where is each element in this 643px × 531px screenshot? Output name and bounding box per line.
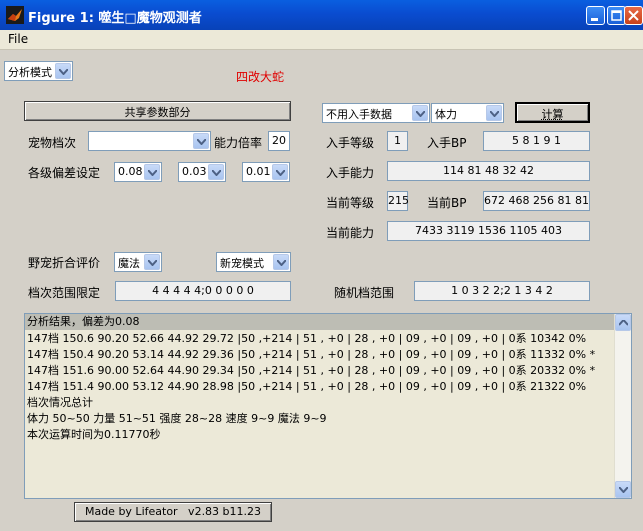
deviation-select-2[interactable]: 0.03	[178, 162, 226, 182]
main-panel: 分析模式 四改大蛇 共享参数部分 宠物档次 能力倍率 20 各级偏差设定 0.0…	[0, 51, 643, 531]
current-bp-input[interactable]: 672 468 256 81 81	[483, 191, 590, 211]
chevron-down-icon	[272, 164, 288, 180]
wild-eval-label: 野宠折合评价	[28, 256, 101, 270]
output-line[interactable]: 147档 151.4 90.00 53.12 44.90 28.98 |50 ,…	[27, 379, 617, 395]
tier-range-label: 档次范围限定	[28, 286, 101, 300]
data-source-select[interactable]: 不用入手数据	[322, 103, 430, 123]
stat-select[interactable]: 体力	[431, 103, 504, 123]
current-level-label: 当前等级	[326, 196, 375, 210]
ability-rate-label: 能力倍率	[214, 136, 263, 150]
output-listbox[interactable]: 分析结果，偏差为0.08 147档 150.6 90.20 52.66 44.9…	[24, 313, 632, 499]
obtain-ability-input[interactable]: 114 81 48 32 42	[387, 161, 590, 181]
window-title: Figure 1: 噬生□魔物观测者	[28, 11, 202, 26]
scroll-up-button[interactable]	[615, 314, 631, 331]
pet-name: 四改大蛇	[236, 70, 285, 84]
new-pet-mode-select[interactable]: 新宠模式	[216, 252, 291, 272]
chevron-down-icon	[193, 133, 209, 149]
output-line[interactable]: 档次情况总计	[27, 395, 617, 411]
chevron-down-icon	[208, 164, 224, 180]
current-ability-input[interactable]: 7433 3119 1536 1105 403	[387, 221, 590, 241]
credit-button[interactable]: Made by Lifeator v2.83 b11.23	[74, 502, 272, 522]
minimize-button[interactable]	[586, 6, 605, 25]
chevron-down-icon	[486, 105, 502, 121]
output-line[interactable]: 147档 151.6 90.00 52.64 44.90 29.34 |50 ,…	[27, 363, 617, 379]
scroll-down-button[interactable]	[615, 481, 631, 498]
mode-select[interactable]: 分析模式	[4, 61, 73, 81]
current-ability-label: 当前能力	[326, 226, 375, 240]
obtain-bp-input[interactable]: 5 8 1 9 1	[483, 131, 590, 151]
chevron-down-icon	[55, 63, 71, 79]
obtain-level-label: 入手等级	[326, 136, 375, 150]
current-bp-label: 当前BP	[427, 196, 467, 210]
shared-params-button[interactable]: 共享参数部分	[24, 101, 291, 121]
chevron-down-icon	[412, 105, 428, 121]
random-range-label: 随机档范围	[334, 286, 395, 300]
tier-range-input[interactable]: 4 4 4 4 4;0 0 0 0 0	[115, 281, 291, 301]
output-line[interactable]: 体力 50~50 力量 51~51 强度 28~28 速度 9~9 魔法 9~9	[27, 411, 617, 427]
wild-eval-select[interactable]: 魔法	[114, 252, 162, 272]
deviation-label: 各级偏差设定	[28, 166, 101, 180]
chevron-down-icon	[144, 254, 160, 270]
chevron-down-icon	[619, 487, 628, 493]
random-range-input[interactable]: 1 0 3 2 2;2 1 3 4 2	[414, 281, 590, 301]
vertical-scrollbar[interactable]	[614, 314, 631, 498]
output-line[interactable]: 147档 150.6 90.20 52.66 44.92 29.72 |50 ,…	[27, 331, 617, 347]
menu-bar: File	[0, 30, 643, 50]
chevron-down-icon	[273, 254, 289, 270]
output-line[interactable]: 本次运算时间为0.11770秒	[27, 427, 617, 443]
output-line[interactable]: 147档 150.4 90.20 53.14 44.92 29.36 |50 ,…	[27, 347, 617, 363]
calculate-button[interactable]: 计算	[515, 102, 590, 123]
pet-tier-label: 宠物档次	[28, 136, 77, 150]
close-button[interactable]	[624, 6, 643, 25]
deviation-select-3[interactable]: 0.01	[242, 162, 290, 182]
pet-tier-select[interactable]	[88, 131, 211, 151]
obtain-level-input[interactable]: 1	[387, 131, 408, 151]
deviation-select-1[interactable]: 0.08	[114, 162, 162, 182]
menu-file[interactable]: File	[8, 32, 28, 46]
output-line[interactable]: 分析结果，偏差为0.08	[25, 314, 618, 330]
title-bar: Figure 1: 噬生□魔物观测者	[0, 0, 643, 30]
maximize-icon	[611, 10, 622, 21]
chevron-up-icon	[619, 320, 628, 326]
matlab-icon	[6, 6, 24, 24]
chevron-down-icon	[144, 164, 160, 180]
ability-rate-input[interactable]: 20	[268, 131, 290, 151]
obtain-ability-label: 入手能力	[326, 166, 375, 180]
current-level-input[interactable]: 215	[387, 191, 409, 211]
obtain-bp-label: 入手BP	[427, 136, 467, 150]
minimize-icon	[591, 18, 598, 21]
close-icon	[628, 10, 639, 21]
